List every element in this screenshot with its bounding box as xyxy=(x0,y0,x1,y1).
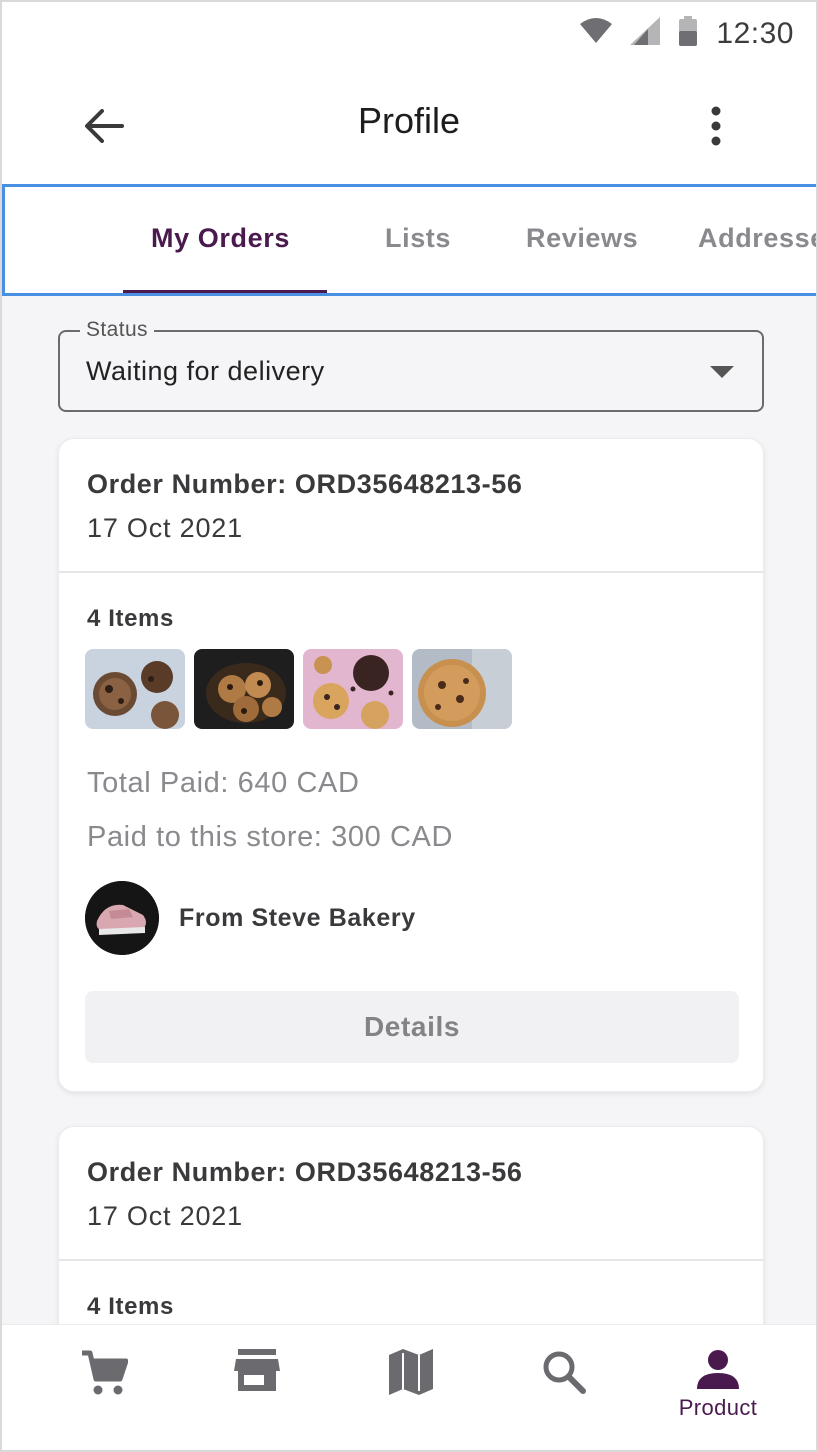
battery-icon xyxy=(678,16,698,51)
store-icon xyxy=(234,1349,280,1391)
item-thumbnail[interactable] xyxy=(303,649,403,729)
status-time: 12:30 xyxy=(716,16,794,50)
store-avatar xyxy=(85,881,159,955)
items-count: 4 Items xyxy=(87,1293,174,1320)
item-thumbnail[interactable] xyxy=(412,649,512,729)
map-icon xyxy=(389,1349,433,1395)
paid-to-store: Paid to this store: 300 CAD xyxy=(87,821,453,853)
store-name: From Steve Bakery xyxy=(179,903,416,932)
search-icon xyxy=(543,1351,586,1394)
nav-item-search[interactable] xyxy=(504,1325,624,1450)
more-vert-icon xyxy=(711,106,721,146)
nav-item-map[interactable] xyxy=(351,1325,471,1450)
order-card: Order Number: ORD35648213-56 17 Oct 2021… xyxy=(58,438,764,1092)
order-number: Order Number: ORD35648213-56 xyxy=(87,469,523,499)
wifi-icon xyxy=(580,18,613,49)
page-title: Profile xyxy=(357,100,461,141)
more-button[interactable] xyxy=(700,102,732,150)
item-thumbnails xyxy=(85,649,512,729)
status-select[interactable]: Status Waiting for delivery xyxy=(58,318,764,412)
dropdown-arrow-icon xyxy=(710,366,734,378)
cart-icon xyxy=(82,1350,128,1395)
nav-item-cart[interactable] xyxy=(44,1325,164,1450)
order-card-header: Order Number: ORD35648213-56 17 Oct 2021 xyxy=(59,1127,763,1261)
item-thumbnail[interactable] xyxy=(85,649,185,729)
order-number: Order Number: ORD35648213-56 xyxy=(87,1157,523,1187)
details-button[interactable]: Details xyxy=(85,991,739,1063)
tab-lists[interactable]: Lists xyxy=(385,223,451,254)
app-bar: Profile xyxy=(2,66,816,184)
nav-item-store[interactable] xyxy=(197,1325,317,1450)
order-card-header: Order Number: ORD35648213-56 17 Oct 2021 xyxy=(59,439,763,573)
nav-item-product[interactable]: Product xyxy=(658,1325,778,1450)
status-icons: 12:30 xyxy=(580,16,794,51)
nav-label-product: Product xyxy=(678,1395,758,1420)
status-select-value: Waiting for delivery xyxy=(86,356,325,386)
order-date: 17 Oct 2021 xyxy=(87,1201,243,1231)
tab-reviews[interactable]: Reviews xyxy=(526,223,638,254)
total-paid: Total Paid: 640 CAD xyxy=(87,767,360,799)
bottom-nav: Product xyxy=(2,1324,816,1450)
tab-indicator xyxy=(123,290,327,293)
person-icon xyxy=(697,1350,739,1389)
tab-my-orders[interactable]: My Orders xyxy=(151,223,290,254)
item-thumbnail[interactable] xyxy=(194,649,294,729)
status-select-label: Status xyxy=(80,318,154,342)
order-date: 17 Oct 2021 xyxy=(87,513,243,543)
screen: 12:30 Profile My Orders Lists Reviews Ad… xyxy=(0,0,818,1452)
status-bar: 12:30 xyxy=(2,2,816,66)
tab-bar: My Orders Lists Reviews Addresses xyxy=(2,184,816,296)
store-row[interactable]: From Steve Bakery xyxy=(85,881,416,955)
tab-addresses[interactable]: Addresses xyxy=(698,223,816,254)
items-count: 4 Items xyxy=(87,605,174,632)
signal-icon xyxy=(630,17,661,50)
